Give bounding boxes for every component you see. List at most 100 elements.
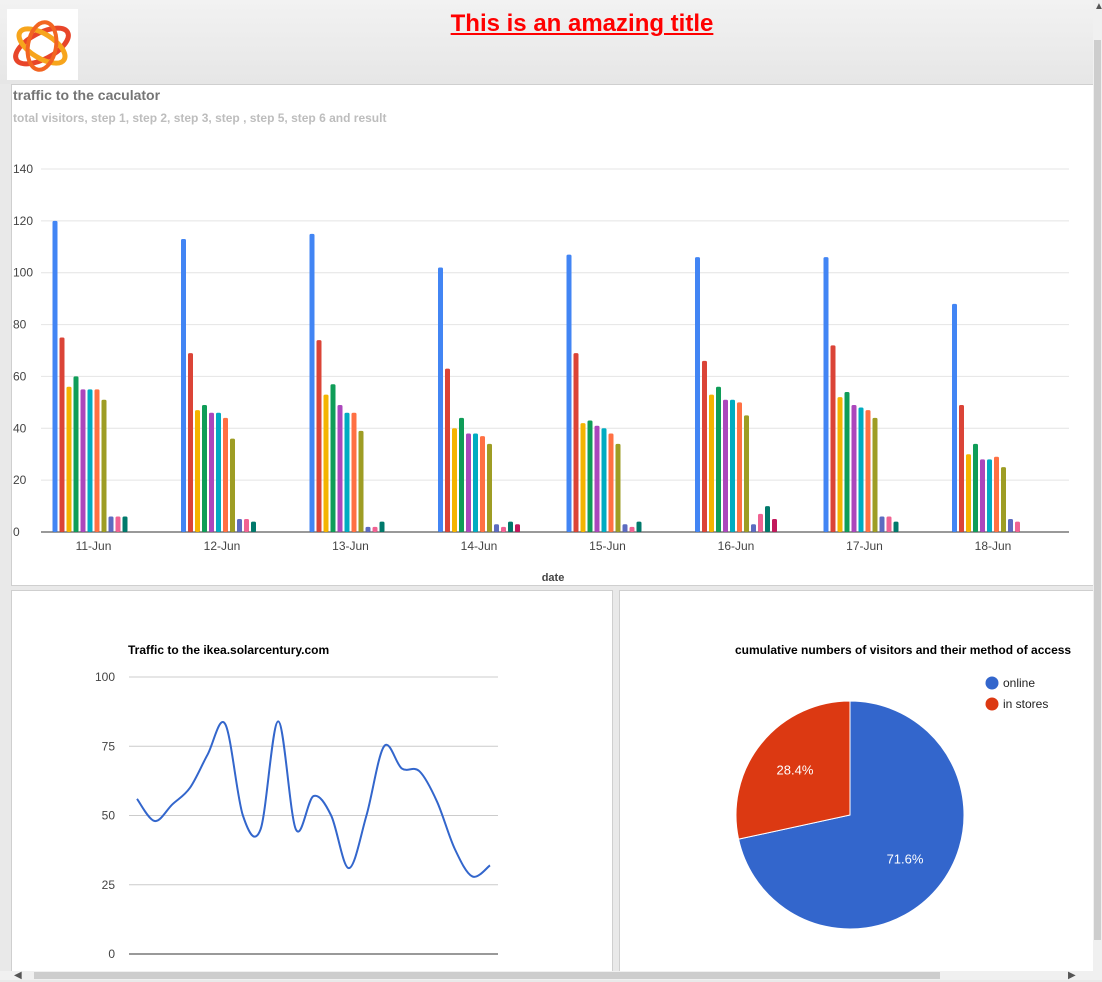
y-tick-label: 100 bbox=[13, 266, 33, 280]
bar bbox=[438, 267, 443, 532]
bar bbox=[716, 386, 721, 532]
bar bbox=[209, 412, 214, 532]
bar bbox=[358, 430, 364, 532]
bar bbox=[695, 257, 700, 532]
bar bbox=[372, 526, 378, 532]
vertical-scrollbar-thumb[interactable] bbox=[1094, 40, 1101, 940]
bar bbox=[487, 443, 492, 532]
bar bbox=[323, 394, 329, 532]
bar bbox=[101, 399, 107, 532]
bar bbox=[994, 456, 999, 532]
bar bbox=[858, 407, 864, 532]
pie-chart-panel: cumulative numbers of visitors and their… bbox=[619, 590, 1096, 978]
x-tick-label: 15-Jun bbox=[589, 539, 626, 553]
bar bbox=[758, 513, 763, 532]
bar bbox=[181, 239, 186, 532]
y-tick-label: 0 bbox=[13, 525, 20, 539]
y-tick-label: 80 bbox=[13, 318, 27, 332]
bar bbox=[351, 412, 357, 532]
bar bbox=[879, 516, 885, 532]
y-tick-label: 140 bbox=[13, 162, 33, 176]
bar bbox=[223, 417, 228, 532]
bar bbox=[765, 506, 770, 532]
horizontal-scrollbar-thumb[interactable] bbox=[34, 972, 940, 979]
bar bbox=[230, 438, 235, 532]
bar bbox=[452, 428, 457, 532]
bar bbox=[622, 524, 628, 532]
bar bbox=[365, 526, 371, 532]
x-tick-label: 17-Jun bbox=[846, 539, 883, 553]
logo bbox=[7, 9, 78, 80]
bar bbox=[751, 524, 756, 532]
legend-label: online bbox=[1003, 676, 1035, 690]
bar-chart-subtitle: total visitors, step 1, step 2, step 3, … bbox=[13, 111, 386, 125]
line-chart-panel: Traffic to the ikea.solarcentury.com 0 25 5… bbox=[11, 590, 613, 978]
bar bbox=[459, 417, 464, 532]
bar bbox=[195, 410, 200, 532]
bar bbox=[580, 423, 586, 532]
bar bbox=[251, 521, 256, 532]
bar bbox=[501, 526, 506, 532]
bar bbox=[379, 521, 385, 532]
bar bbox=[601, 428, 607, 532]
line-series bbox=[136, 720, 491, 878]
y-tick-label: 25 bbox=[102, 878, 116, 892]
bar bbox=[73, 376, 79, 532]
bar bbox=[737, 402, 742, 532]
bar bbox=[66, 386, 72, 532]
bar bbox=[188, 353, 193, 532]
bar bbox=[1001, 467, 1006, 532]
bar bbox=[87, 389, 93, 532]
line-chart: Traffic to the ikea.solarcentury.com 0 25 5… bbox=[95, 643, 498, 961]
bar bbox=[244, 519, 249, 532]
y-tick-label: 120 bbox=[13, 214, 33, 228]
bar bbox=[608, 433, 614, 532]
bar bbox=[566, 254, 572, 533]
bar-chart-panel: traffic to the caculator total visitors, … bbox=[11, 84, 1095, 586]
bar bbox=[330, 384, 336, 532]
bar bbox=[466, 433, 471, 532]
bar bbox=[987, 459, 992, 532]
bar bbox=[730, 399, 735, 532]
y-tick-label: 20 bbox=[13, 473, 27, 487]
pie-chart-title: cumulative numbers of visitors and their… bbox=[735, 643, 1071, 657]
orbit-logo-icon bbox=[13, 20, 71, 72]
pie-slice-label: 71.6% bbox=[887, 851, 924, 866]
bar bbox=[893, 521, 899, 532]
bar bbox=[973, 443, 978, 532]
bar bbox=[59, 337, 65, 532]
page-header: This is an amazing title bbox=[0, 0, 1102, 84]
bar bbox=[966, 454, 971, 532]
scroll-up-arrow-icon[interactable]: ▲ bbox=[1094, 2, 1102, 12]
legend-label: in stores bbox=[1003, 697, 1048, 711]
bar bbox=[316, 340, 322, 532]
x-axis-label: date bbox=[542, 572, 565, 584]
bar bbox=[886, 516, 892, 532]
bar bbox=[80, 389, 86, 532]
bar bbox=[830, 345, 836, 532]
bar bbox=[772, 519, 777, 532]
legend-marker bbox=[985, 697, 999, 711]
y-tick-label: 75 bbox=[102, 739, 116, 753]
bar bbox=[445, 368, 450, 532]
bar bbox=[702, 360, 707, 532]
bar bbox=[865, 410, 871, 532]
bar bbox=[844, 391, 850, 532]
bar bbox=[594, 425, 600, 532]
bar bbox=[115, 516, 121, 532]
bar bbox=[615, 443, 621, 532]
line-chart-title: Traffic to the ikea.solarcentury.com bbox=[128, 643, 329, 657]
pie-slice-label: 28.4% bbox=[777, 763, 814, 778]
bar bbox=[980, 459, 985, 532]
bar bbox=[108, 516, 114, 532]
bar bbox=[94, 389, 100, 532]
bar bbox=[480, 436, 485, 532]
bar bbox=[508, 521, 513, 532]
bar bbox=[344, 412, 350, 532]
bar bbox=[202, 404, 207, 532]
bar bbox=[872, 417, 878, 532]
y-tick-label: 0 bbox=[108, 947, 115, 961]
bar bbox=[515, 524, 520, 532]
bar bbox=[52, 220, 58, 532]
bar bbox=[216, 412, 221, 532]
